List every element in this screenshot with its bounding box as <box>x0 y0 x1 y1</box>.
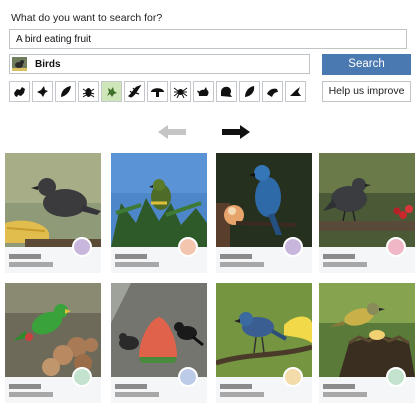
result-photo <box>111 153 207 247</box>
result-title-bar <box>220 384 252 389</box>
result-color-dot <box>283 237 303 257</box>
search-prompt: What do you want to search for? <box>11 12 163 24</box>
result-subtitle-bar <box>323 262 367 267</box>
all-taxa-icon[interactable] <box>9 81 30 102</box>
result-color-dot <box>178 367 198 387</box>
result-color-dot <box>386 237 406 257</box>
arrow-right-icon[interactable] <box>220 124 250 140</box>
result-title-bar <box>220 254 252 259</box>
mammals-icon[interactable] <box>193 81 214 102</box>
amphibians-icon[interactable] <box>101 81 122 102</box>
result-subtitle-bar <box>9 262 53 267</box>
birds-icon[interactable] <box>32 81 53 102</box>
taxon-filter-field[interactable]: Birds <box>9 54 310 74</box>
result-photo <box>319 153 415 247</box>
result-subtitle-bar <box>220 392 264 397</box>
result-photo <box>5 153 101 247</box>
insects-icon[interactable] <box>78 81 99 102</box>
search-button[interactable]: Search <box>322 54 411 75</box>
result-subtitle-bar <box>115 262 159 267</box>
taxon-filter-label: Birds <box>35 59 61 70</box>
ray-finned-fishes-icon[interactable] <box>239 81 260 102</box>
taxon-icon-bar <box>9 81 310 104</box>
taxon-thumbnail <box>12 57 27 71</box>
chromista-icon[interactable] <box>285 81 306 102</box>
result-photo <box>319 283 415 377</box>
result-color-dot <box>72 367 92 387</box>
search-query-input[interactable] <box>9 29 407 49</box>
mollusks-icon[interactable] <box>216 81 237 102</box>
arachnids-icon[interactable] <box>170 81 191 102</box>
result-photo <box>5 283 101 377</box>
result-card[interactable] <box>5 153 101 273</box>
result-title-bar <box>9 254 41 259</box>
help-us-improve-button[interactable]: Help us improve <box>322 81 411 102</box>
result-card[interactable] <box>319 153 415 273</box>
result-card[interactable] <box>216 283 312 403</box>
result-color-dot <box>283 367 303 387</box>
plants-icon[interactable] <box>55 81 76 102</box>
result-card[interactable] <box>111 153 207 273</box>
result-color-dot <box>386 367 406 387</box>
result-color-dot <box>178 237 198 257</box>
result-subtitle-bar <box>220 262 264 267</box>
result-card[interactable] <box>5 283 101 403</box>
reptiles-icon[interactable] <box>124 81 145 102</box>
result-card[interactable] <box>216 153 312 273</box>
result-title-bar <box>323 254 355 259</box>
result-subtitle-bar <box>9 392 53 397</box>
result-subtitle-bar <box>115 392 159 397</box>
result-title-bar <box>115 384 147 389</box>
result-card[interactable] <box>111 283 207 403</box>
result-color-dot <box>72 237 92 257</box>
arrow-left-icon[interactable] <box>158 124 188 140</box>
result-photo <box>216 283 312 377</box>
result-card[interactable] <box>319 283 415 403</box>
result-title-bar <box>323 384 355 389</box>
fungi-icon[interactable] <box>147 81 168 102</box>
result-title-bar <box>9 384 41 389</box>
result-photo <box>111 283 207 377</box>
result-photo <box>216 153 312 247</box>
protozoa-icon[interactable] <box>262 81 283 102</box>
result-subtitle-bar <box>323 392 367 397</box>
result-title-bar <box>115 254 147 259</box>
